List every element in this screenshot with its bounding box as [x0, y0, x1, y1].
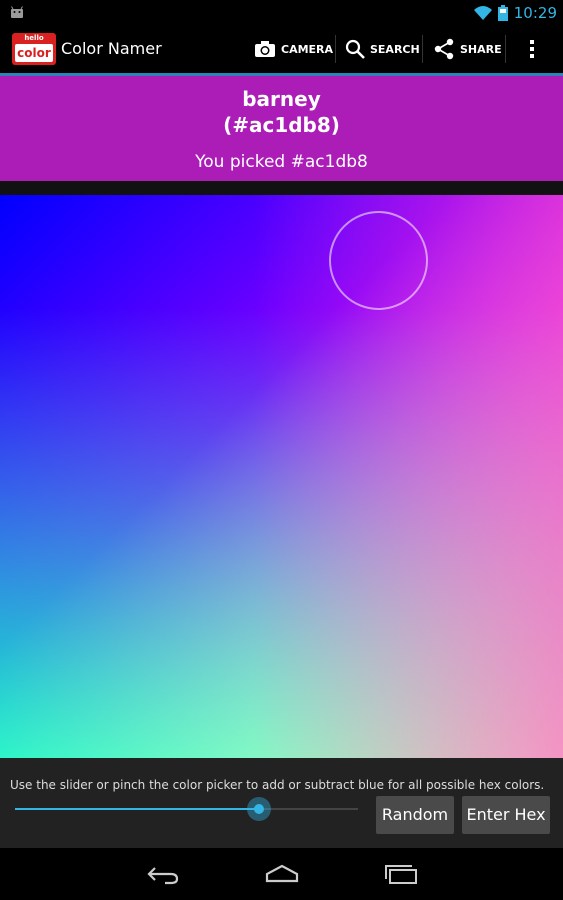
slider-thumb-dot: [253, 804, 264, 814]
status-icons: 10:29: [473, 3, 557, 23]
color-name: barney: [242, 87, 321, 111]
screen: 10:29 hello color Color Namer CAMERA SEA…: [0, 0, 563, 900]
picked-message: You picked #ac1db8: [195, 152, 368, 172]
app-logo[interactable]: hello color: [12, 33, 56, 65]
app-title: Color Namer: [61, 39, 162, 58]
picker-selector-ring[interactable]: [329, 211, 428, 310]
logo-bottom-text: color: [15, 44, 53, 62]
action-divider: [505, 35, 506, 63]
clock: 10:29: [513, 4, 557, 22]
navigation-bar: [0, 848, 563, 900]
home-icon[interactable]: [264, 863, 300, 885]
logo-top-text: hello: [24, 34, 44, 42]
wifi-icon: [473, 6, 492, 20]
blue-slider-track-fill[interactable]: [15, 808, 259, 810]
android-icon: [11, 6, 23, 18]
blue-slider-thumb[interactable]: [246, 797, 271, 821]
divider: [0, 181, 563, 195]
hint-text: Use the slider or pinch the color picker…: [10, 778, 545, 792]
blue-slider-track[interactable]: [258, 808, 358, 810]
action-divider: [335, 35, 336, 63]
search-icon: [345, 39, 365, 59]
random-button[interactable]: Random: [376, 796, 454, 834]
picker-gradient: [0, 195, 563, 758]
share-label: SHARE: [460, 42, 502, 56]
camera-button[interactable]: CAMERA: [254, 25, 333, 73]
share-button[interactable]: SHARE: [433, 25, 502, 73]
status-bar: 10:29: [0, 0, 563, 25]
action-divider: [422, 35, 423, 63]
color-picker[interactable]: [0, 195, 563, 758]
back-icon[interactable]: [145, 863, 181, 885]
search-label: SEARCH: [370, 42, 420, 56]
camera-icon: [255, 41, 275, 57]
overflow-menu-icon[interactable]: [527, 38, 537, 60]
enter-hex-button[interactable]: Enter Hex: [462, 796, 550, 834]
search-button[interactable]: SEARCH: [345, 25, 420, 73]
camera-label: CAMERA: [281, 42, 334, 56]
color-hex: (#ac1db8): [223, 113, 340, 137]
controls-panel: Use the slider or pinch the color picker…: [0, 758, 563, 848]
action-bar: hello color Color Namer CAMERA SEARCH SH…: [0, 25, 563, 73]
recent-apps-icon[interactable]: [384, 863, 420, 885]
color-info-panel: barney (#ac1db8) You picked #ac1db8: [0, 76, 563, 181]
share-icon: [434, 38, 454, 60]
battery-icon: [497, 5, 508, 21]
